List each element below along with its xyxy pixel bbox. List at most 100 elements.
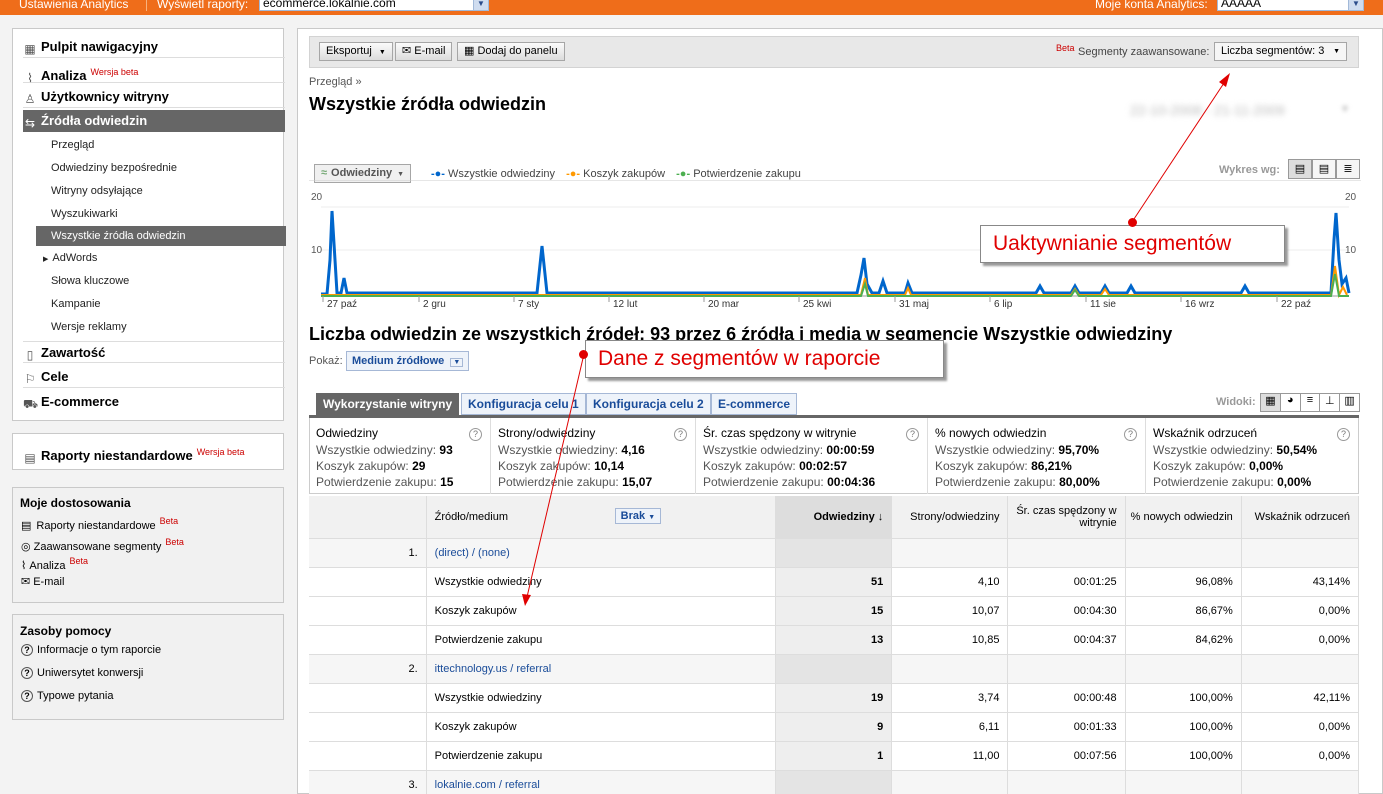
table-header-row: Źródło/medium Brak ▼ Odwiedziny ↓ Strony… xyxy=(309,496,1360,539)
pivot-view-icon[interactable]: ▥ xyxy=(1340,394,1359,411)
subnav-all-sources[interactable]: Wszystkie źródła odwiedzin xyxy=(36,226,286,246)
bar-view-icon[interactable]: ≡ xyxy=(1301,394,1321,411)
help-faq[interactable]: ? Typowe pytania xyxy=(21,690,113,702)
export-button[interactable]: Eksportuj ▼ xyxy=(319,42,393,61)
dimension-header[interactable]: Źródło/medium Brak ▼ xyxy=(426,496,777,539)
cell-pages: 6,11 xyxy=(891,712,1009,742)
envelope-icon: ✉ xyxy=(21,576,31,588)
table-row: Wszystkie odwiedziny 51 4,10 00:01:25 96,08%… xyxy=(309,567,1360,597)
metric-value: 86,21% xyxy=(1031,459,1072,473)
cart-icon: ⛟ xyxy=(23,397,39,411)
item-label: Uniwersytet konwersji xyxy=(37,667,144,679)
tab-ecommerce[interactable]: E-commerce xyxy=(711,393,798,415)
breadcrumb[interactable]: Przegląd » xyxy=(309,76,362,88)
cell-bounce: 42,11% xyxy=(1241,683,1360,713)
nav-label: E-commerce xyxy=(41,394,120,409)
nav-traffic-sources[interactable]: ⇆ Źródła odwiedzin xyxy=(23,110,285,132)
nav-visitors[interactable]: ♙ Użytkownicy witryny xyxy=(23,86,285,108)
my-analysis[interactable]: ⌇ Analiza Beta xyxy=(21,556,88,572)
tab-site-usage[interactable]: Wykorzystanie witryny xyxy=(316,393,460,415)
grid-icon: ▦ xyxy=(24,42,36,56)
day-view-icon[interactable]: ▤ xyxy=(1288,159,1312,179)
table-row: Potwierdzenie zakupu 13 10,85 00:04:37 84,62… xyxy=(309,625,1360,655)
subnav-direct[interactable]: Odwiedziny bezpośrednie xyxy=(51,158,177,178)
my-email[interactable]: ✉ E-mail xyxy=(21,575,64,588)
cell-new-visits: 100,00% xyxy=(1125,712,1242,742)
cell xyxy=(309,567,427,597)
x-tick-label: 16 wrz xyxy=(1185,299,1214,310)
help-about-report[interactable]: ? Informacje o tym raporcie xyxy=(21,644,161,656)
my-advanced-segments[interactable]: ◎ Zaawansowane segmenty Beta xyxy=(21,537,184,553)
source-medium-link[interactable]: ittechnology.us / referral xyxy=(435,663,552,675)
cell xyxy=(309,683,427,713)
date-range[interactable]: 22-10-2008 - 21-11-2009 xyxy=(1130,102,1342,118)
item-label: Analiza xyxy=(29,560,66,572)
nav-goals[interactable]: ⚐ Cele xyxy=(23,366,285,388)
y-tick-label: 20 xyxy=(311,192,323,203)
beta-badge: Wersja beta xyxy=(90,67,139,77)
settings-link[interactable]: Ustawienia Analytics xyxy=(19,0,128,11)
help-question-icon[interactable]: ? xyxy=(674,428,687,441)
bounce-header[interactable]: Wskaźnik odrzuceń xyxy=(1241,496,1360,539)
cell-new-visits: 100,00% xyxy=(1125,741,1242,771)
email-button[interactable]: ✉ E-mail xyxy=(395,42,453,61)
segment-label: Koszyk zakupów: xyxy=(703,459,796,473)
nav-label: Pulpit nawigacyjny xyxy=(41,39,159,54)
cell xyxy=(891,770,1009,794)
help-question-icon[interactable]: ? xyxy=(1124,428,1137,441)
x-tick-label: 20 mar xyxy=(708,299,740,310)
segment-name: Wszystkie odwiedziny xyxy=(426,683,777,713)
chart-legend: -●- Wszystkie odwiedziny -●- Koszyk zaku… xyxy=(431,168,801,180)
tab-goal-set-2[interactable]: Konfiguracja celu 2 xyxy=(586,393,711,415)
compare-view-icon[interactable]: ⊥ xyxy=(1320,394,1341,411)
y-tick-label: 10 xyxy=(1345,245,1357,256)
x-tick-label: 6 lip xyxy=(994,299,1013,310)
reports-select[interactable]: ecommerce.lokalnie.com ▼ xyxy=(259,0,489,11)
my-custom-reports[interactable]: ▤ Raporty niestandardowe Beta xyxy=(21,516,178,532)
nav-ecommerce[interactable]: ⛟ E-commerce xyxy=(23,391,285,413)
subnav-ad-versions[interactable]: Wersje reklamy xyxy=(51,317,127,337)
month-view-icon[interactable]: ≣ xyxy=(1336,159,1360,179)
secondary-dimension-select[interactable]: Brak ▼ xyxy=(614,508,662,524)
subnav-campaigns[interactable]: Kampanie xyxy=(51,294,101,314)
cell-pages: 4,10 xyxy=(891,567,1009,597)
help-question-icon[interactable]: ? xyxy=(1337,428,1350,441)
subnav-search-engines[interactable]: Wyszukiwarki xyxy=(51,204,118,224)
cell-new-visits: 96,08% xyxy=(1125,567,1242,597)
visits-header[interactable]: Odwiedziny ↓ xyxy=(775,496,893,539)
week-view-icon[interactable]: ▤ xyxy=(1312,159,1336,179)
source-medium-link[interactable]: lokalnie.com / referral xyxy=(435,779,540,791)
avg-time-header[interactable]: Śr. czas spędzony w witrynie xyxy=(1007,496,1126,539)
table-view-icon[interactable]: ▦ xyxy=(1261,394,1281,411)
subnav-adwords[interactable]: ▶ AdWords xyxy=(43,248,97,268)
table-group-row: 2. ittechnology.us / referral xyxy=(309,654,1360,684)
add-to-dashboard-button[interactable]: ▦ Dodaj do panelu xyxy=(457,42,565,61)
pages-header[interactable]: Strony/odwiedziny xyxy=(891,496,1009,539)
row-index: 3. xyxy=(309,770,427,794)
source-medium-link[interactable]: (direct) / (none) xyxy=(435,547,510,559)
table-row: Koszyk zakupów 9 6,11 00:01:33 100,00% 0,00% xyxy=(309,712,1360,742)
nav-content[interactable]: ▯ Zawartość xyxy=(23,341,285,363)
subnav-keywords[interactable]: Słowa kluczowe xyxy=(51,271,129,291)
segments-select[interactable]: Liczba segmentów: 3 ▼ xyxy=(1214,42,1347,61)
nav-custom-reports[interactable]: ▤ Raporty niestandardowe Wersja beta xyxy=(23,441,285,465)
dimension-select[interactable]: Medium źródłowe ▼ xyxy=(346,351,470,371)
x-tick-label: 11 sie xyxy=(1090,299,1116,310)
help-conversion-university[interactable]: ? Uniwersytet konwersji xyxy=(21,667,143,679)
tab-goal-set-1[interactable]: Konfiguracja celu 1 xyxy=(461,393,586,415)
cell xyxy=(1125,538,1242,568)
item-label: Zaawansowane segmenty xyxy=(33,541,162,553)
help-question-icon[interactable]: ? xyxy=(469,428,482,441)
new-visits-header[interactable]: % nowych odwiedzin xyxy=(1125,496,1242,539)
metric-row: Wszystkie odwiedziny: 4,16 xyxy=(498,442,689,458)
pie-view-icon[interactable]: ◕ xyxy=(1281,394,1301,411)
nav-analysis[interactable]: ⌇ Analiza Wersja beta xyxy=(23,61,285,85)
subnav-overview[interactable]: Przegląd xyxy=(51,135,94,155)
segment-name: Potwierdzenie zakupu xyxy=(426,625,777,655)
accounts-select[interactable]: AAAAA ▼ xyxy=(1217,0,1364,11)
nav-label: Zawartość xyxy=(41,345,106,360)
subnav-referring[interactable]: Witryny odsyłające xyxy=(51,181,143,201)
nav-dashboard[interactable]: ▦ Pulpit nawigacyjny xyxy=(23,36,285,58)
help-question-icon[interactable]: ? xyxy=(906,428,919,441)
metric-value: 15 xyxy=(440,475,454,489)
